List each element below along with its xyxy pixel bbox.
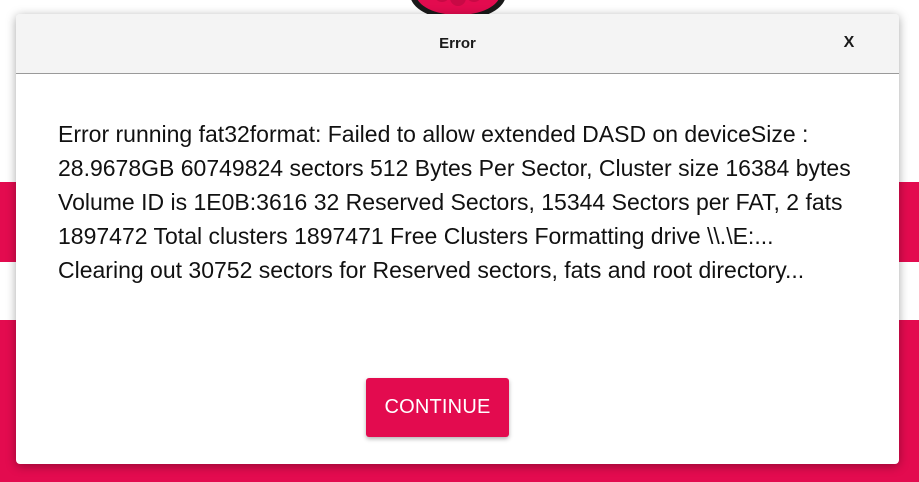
error-dialog: Error X Error running fat32format: Faile… <box>16 14 899 464</box>
close-button[interactable]: X <box>835 29 863 57</box>
error-message: Error running fat32format: Failed to all… <box>58 121 851 283</box>
continue-button[interactable]: CONTINUE <box>366 378 509 437</box>
dialog-title: Error <box>439 35 476 52</box>
dialog-header: Error X <box>16 14 899 74</box>
